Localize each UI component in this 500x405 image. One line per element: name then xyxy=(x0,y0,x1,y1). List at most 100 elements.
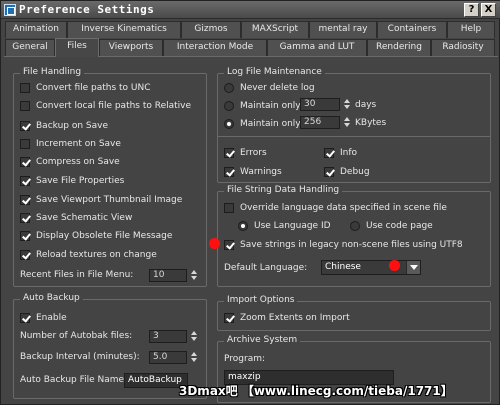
debug-option[interactable]: Debug xyxy=(324,165,370,179)
tab-containers[interactable]: Containers xyxy=(377,21,447,38)
save-schematic-view-option[interactable]: Save Schematic View xyxy=(20,211,132,225)
checkbox-icon[interactable] xyxy=(224,203,234,213)
radio-selected-icon[interactable] xyxy=(238,221,248,231)
checkbox-icon[interactable] xyxy=(20,139,30,149)
checkbox-checked-icon[interactable] xyxy=(224,313,234,323)
tab-general[interactable]: General xyxy=(5,39,55,56)
radio-icon[interactable] xyxy=(224,101,234,111)
reload-textures-option[interactable]: Reload textures on change xyxy=(20,248,157,262)
file-handling-title: File Handling xyxy=(20,67,85,77)
checkbox-checked-icon[interactable] xyxy=(20,121,30,131)
backup-interval-label: Backup Interval (minutes): xyxy=(20,352,140,362)
tab-mental-ray[interactable]: mental ray xyxy=(309,21,377,38)
use-language-id-option[interactable]: Use Language ID xyxy=(238,219,331,233)
checkbox-checked-icon[interactable] xyxy=(20,176,30,186)
override-language-option[interactable]: Override language data specified in scen… xyxy=(224,201,447,215)
info-option[interactable]: Info xyxy=(324,146,357,160)
display-obsolete-message-label: Display Obsolete File Message xyxy=(36,231,173,241)
tab-rendering[interactable]: Rendering xyxy=(367,39,431,56)
errors-option[interactable]: Errors xyxy=(224,146,267,160)
legacy-utf8-option[interactable]: Save strings in legacy non-scene files u… xyxy=(224,238,463,252)
file-string-group: File String Data Handling Override langu… xyxy=(217,185,491,287)
checkbox-checked-icon[interactable] xyxy=(20,250,30,260)
checkbox-checked-icon[interactable] xyxy=(224,167,234,177)
default-language-value: Chinese xyxy=(325,262,361,272)
radio-icon[interactable] xyxy=(350,221,360,231)
checkbox-checked-icon[interactable] xyxy=(20,157,30,167)
checkbox-checked-icon[interactable] xyxy=(20,313,30,323)
autobak-count-spinner[interactable] xyxy=(190,330,197,343)
tab-help[interactable]: Help xyxy=(447,21,495,38)
radio-icon[interactable] xyxy=(224,83,234,93)
maintain-kb-field[interactable]: 256 xyxy=(300,116,340,129)
checkbox-checked-icon[interactable] xyxy=(20,213,30,223)
compress-on-save-label: Compress on Save xyxy=(36,157,120,167)
tab-interaction-mode[interactable]: Interaction Mode xyxy=(163,39,267,56)
recent-files-label: Recent Files in File Menu: xyxy=(20,270,134,280)
increment-on-save-option[interactable]: Increment on Save xyxy=(20,137,121,151)
use-code-page-option[interactable]: Use code page xyxy=(350,219,433,233)
never-delete-log-option[interactable]: Never delete log xyxy=(224,81,315,95)
recent-files-field[interactable]: 10 xyxy=(149,269,187,282)
backup-interval-spinner[interactable] xyxy=(190,351,197,364)
default-language-label: Default Language: xyxy=(224,263,308,273)
close-button[interactable]: X xyxy=(481,3,496,17)
tab-viewports[interactable]: Viewports xyxy=(99,39,163,56)
zoom-extents-option[interactable]: Zoom Extents on Import xyxy=(224,311,350,325)
checkbox-checked-icon[interactable] xyxy=(20,231,30,241)
checkbox-checked-icon[interactable] xyxy=(224,240,234,250)
tab-files[interactable]: Files xyxy=(55,38,99,57)
checkbox-icon[interactable] xyxy=(20,101,30,111)
warnings-option[interactable]: Warnings xyxy=(224,165,282,179)
tab-radiosity[interactable]: Radiosity xyxy=(431,39,495,56)
tab-gizmos[interactable]: Gizmos xyxy=(181,21,241,38)
errors-label: Errors xyxy=(240,148,267,158)
increment-on-save-label: Increment on Save xyxy=(36,139,121,149)
convert-relative-label: Convert local file paths to Relative xyxy=(36,101,192,111)
checkbox-icon[interactable] xyxy=(20,83,30,93)
use-code-page-label: Use code page xyxy=(366,221,433,231)
maintain-days-field[interactable]: 30 xyxy=(300,98,340,111)
maintain-days-option[interactable]: Maintain only xyxy=(224,99,301,113)
save-schematic-view-label: Save Schematic View xyxy=(36,213,133,223)
save-viewport-thumbnail-option[interactable]: Save Viewport Thumbnail Image xyxy=(20,193,182,207)
import-options-title: Import Options xyxy=(224,295,298,305)
recent-files-spinner[interactable] xyxy=(190,269,197,282)
maintain-kb-label: Maintain only xyxy=(240,119,301,129)
save-file-properties-label: Save File Properties xyxy=(36,176,125,186)
compress-on-save-option[interactable]: Compress on Save xyxy=(20,155,120,169)
default-language-dropdown[interactable]: Chinese xyxy=(321,260,421,275)
warnings-label: Warnings xyxy=(240,167,282,177)
auto-backup-enable-option[interactable]: Enable xyxy=(20,311,67,325)
backup-interval-field[interactable]: 5.0 xyxy=(149,351,187,364)
checkbox-checked-icon[interactable] xyxy=(224,148,234,158)
backup-on-save-option[interactable]: Backup on Save xyxy=(20,119,108,133)
radio-selected-icon[interactable] xyxy=(224,119,234,129)
checkbox-checked-icon[interactable] xyxy=(20,195,30,205)
save-file-properties-option[interactable]: Save File Properties xyxy=(20,174,124,188)
tab-inverse-kinematics[interactable]: Inverse Kinematics xyxy=(67,21,181,38)
checkbox-checked-icon[interactable] xyxy=(324,167,334,177)
convert-unc-option[interactable]: Convert file paths to UNC xyxy=(20,81,151,95)
checkbox-checked-icon[interactable] xyxy=(324,148,334,158)
chevron-down-icon[interactable] xyxy=(406,261,420,274)
convert-unc-label: Convert file paths to UNC xyxy=(36,83,151,93)
zoom-extents-label: Zoom Extents on Import xyxy=(240,313,350,323)
backup-on-save-label: Backup on Save xyxy=(36,121,109,131)
tab-gamma-and-lut[interactable]: Gamma and LUT xyxy=(267,39,367,56)
maintain-days-spinner[interactable] xyxy=(343,98,350,111)
tab-row-1: Animation Inverse Kinematics Gizmos MAXS… xyxy=(1,21,500,39)
watermark: 3Dmax吧 【www.linecg.com/tieba/1771】 xyxy=(179,384,453,398)
backup-file-name-label: Auto Backup File Name: xyxy=(20,375,128,385)
convert-relative-option[interactable]: Convert local file paths to Relative xyxy=(20,99,191,113)
help-button[interactable]: ? xyxy=(464,3,479,17)
tab-maxscript[interactable]: MAXScript xyxy=(241,21,309,38)
display-obsolete-message-option[interactable]: Display Obsolete File Message xyxy=(20,229,172,243)
autobak-count-field[interactable]: 3 xyxy=(149,330,187,343)
maintain-kb-option[interactable]: Maintain only xyxy=(224,117,301,131)
maintain-kb-spinner[interactable] xyxy=(343,116,350,129)
tab-animation[interactable]: Animation xyxy=(5,21,67,38)
highlight-dot-legacy xyxy=(209,238,220,249)
reload-textures-label: Reload textures on change xyxy=(36,250,157,260)
auto-backup-title: Auto Backup xyxy=(20,293,83,303)
